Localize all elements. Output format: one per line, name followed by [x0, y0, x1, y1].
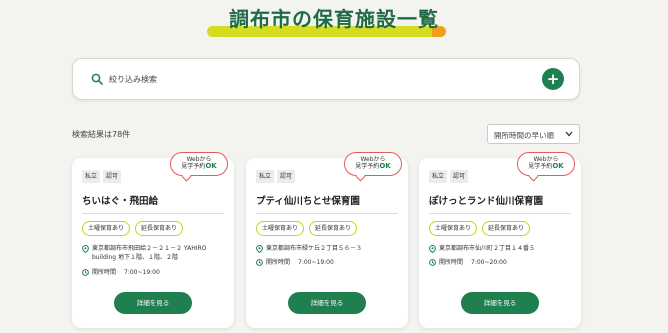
hours-row: 開所時間 7:00~19:00 [256, 258, 404, 269]
clock-icon [429, 258, 439, 269]
divider [429, 213, 571, 214]
badge-line1: Webから [186, 156, 212, 163]
service-extended: 延長保育あり [309, 221, 358, 236]
tag-license: 認可 [450, 170, 469, 183]
add-filter-button[interactable]: + [542, 68, 564, 90]
detail-button[interactable]: 詳細を見る [114, 292, 192, 314]
card-tags: 私立 認可 [256, 170, 296, 183]
search-icon [91, 73, 103, 85]
service-saturday: 土曜保育あり [429, 221, 478, 236]
badge-ok: OK [379, 162, 391, 170]
hours-label: 開所時間 [266, 259, 291, 266]
address-row: 東京都調布市仙川町２丁目１４番５ [429, 244, 577, 256]
address-row: 東京都調布市飛田給２－２１－２ YAHIRO building 地下１階、１階、… [82, 244, 230, 262]
location-pin-icon [256, 244, 266, 256]
facility-card: 私立 認可 Webから 見学予約OK ちいはぐ・飛田給 土曜保育あり 延長保育あ… [72, 152, 234, 328]
service-pills: 土曜保育あり 延長保育あり [256, 221, 358, 236]
divider [256, 213, 398, 214]
card-tags: 私立 認可 [429, 170, 469, 183]
tag-ownership: 私立 [256, 170, 275, 183]
badge-line2: 見学予約 [355, 163, 380, 170]
web-reserve-badge: Webから 見学予約OK [344, 152, 402, 182]
badge-tail [355, 171, 366, 182]
location-pin-icon [429, 244, 439, 256]
service-pills: 土曜保育あり 延長保育あり [429, 221, 531, 236]
page-title: 調布市の保育施設一覧 [229, 7, 439, 31]
facility-name: ちいはぐ・飛田給 [82, 196, 159, 207]
detail-button[interactable]: 詳細を見る [288, 292, 366, 314]
facility-card: 私立 認可 Webから 見学予約OK プティ仙川ちとせ保育園 土曜保育あり 延長… [246, 152, 408, 328]
address-row: 東京都調布市緑ケ丘２丁目５６－３ [256, 244, 404, 256]
service-pills: 土曜保育あり 延長保育あり [82, 221, 184, 236]
chevron-down-icon [565, 131, 573, 137]
hours-label: 開所時間 [92, 269, 117, 276]
tag-ownership: 私立 [82, 170, 101, 183]
search-input[interactable] [109, 68, 489, 90]
facility-name: ぽけっとランド仙川保育園 [429, 196, 544, 207]
tag-license: 認可 [277, 170, 296, 183]
result-count: 検索結果は78件 [72, 130, 131, 139]
facility-card: 私立 認可 Webから 見学予約OK ぽけっとランド仙川保育園 土曜保育あり 延… [419, 152, 581, 328]
facility-name: プティ仙川ちとせ保育園 [256, 196, 360, 207]
clock-icon [256, 258, 266, 269]
address-text: 東京都調布市仙川町２丁目１４番５ [439, 245, 536, 252]
detail-button[interactable]: 詳細を見る [461, 292, 539, 314]
hours-value: 7:00~19:00 [124, 269, 160, 276]
badge-line2: 見学予約 [528, 163, 553, 170]
badge-line2: 見学予約 [181, 163, 206, 170]
web-reserve-badge: Webから 見学予約OK [170, 152, 228, 182]
divider [82, 213, 224, 214]
service-saturday: 土曜保育あり [82, 221, 131, 236]
web-reserve-badge: Webから 見学予約OK [517, 152, 575, 182]
card-tags: 私立 認可 [82, 170, 122, 183]
service-extended: 延長保育あり [482, 221, 531, 236]
service-extended: 延長保育あり [135, 221, 184, 236]
hours-row: 開所時間 7:00~19:00 [82, 268, 230, 279]
search-box[interactable]: + [72, 58, 580, 100]
hours-value: 7:00~19:00 [298, 259, 334, 266]
address-text: 東京都調布市緑ケ丘２丁目５６－３ [266, 245, 363, 252]
badge-line1: Webから [533, 156, 559, 163]
location-pin-icon [82, 244, 92, 262]
badge-ok: OK [205, 162, 217, 170]
badge-tail [181, 171, 192, 182]
service-saturday: 土曜保育あり [256, 221, 305, 236]
hours-row: 開所時間 7:00~20:00 [429, 258, 577, 269]
hours-label: 開所時間 [439, 259, 464, 266]
plus-icon: + [546, 69, 560, 88]
hours-value: 7:00~20:00 [471, 259, 507, 266]
badge-tail [528, 171, 539, 182]
badge-ok: OK [552, 162, 564, 170]
sort-selected-value: 開所時間の早い順 [494, 131, 554, 140]
address-text: 東京都調布市飛田給２－２１－２ YAHIRO building 地下１階、１階、… [92, 245, 207, 261]
badge-line1: Webから [360, 156, 386, 163]
sort-select[interactable]: 開所時間の早い順 [487, 124, 580, 144]
tag-ownership: 私立 [429, 170, 448, 183]
tag-license: 認可 [103, 170, 122, 183]
clock-icon [82, 268, 92, 279]
